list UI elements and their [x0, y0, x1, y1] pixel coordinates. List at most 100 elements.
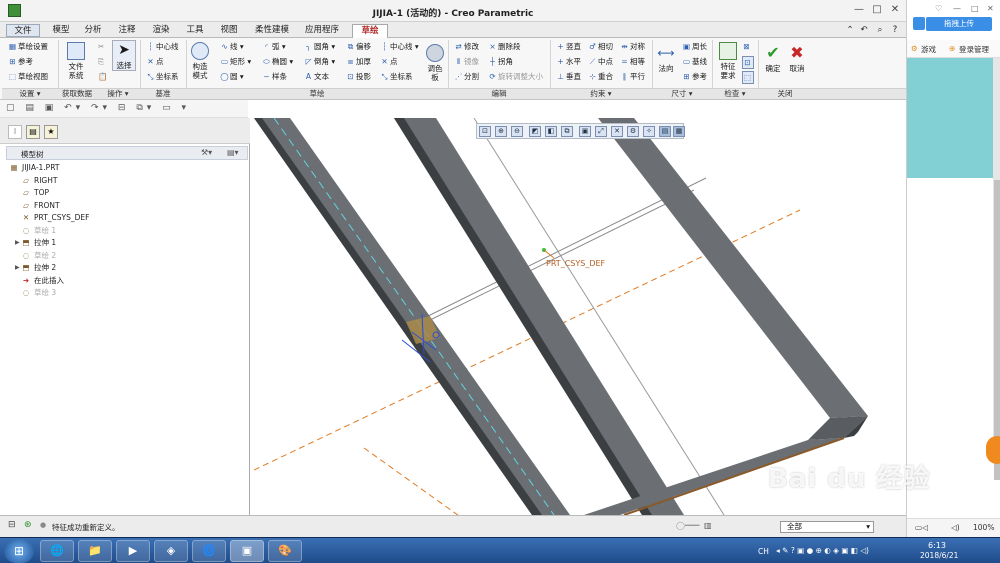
- references-button[interactable]: ⊞ 参考: [8, 56, 33, 67]
- dimension-display-icon[interactable]: ▤: [659, 126, 671, 137]
- browser-close-icon[interactable]: ✕: [987, 4, 994, 13]
- corner-button[interactable]: ┼ 拐角: [488, 56, 513, 67]
- file-system-button[interactable]: 文件 系统: [62, 42, 90, 80]
- tree-node[interactable]: ◌ 草绘 3: [20, 287, 56, 299]
- inspect-highlight-icon[interactable]: ⊡: [742, 56, 754, 69]
- rotate-resize-button[interactable]: ⟳ 旋转调整大小: [488, 71, 543, 82]
- browser-maximize-icon[interactable]: □: [971, 4, 979, 13]
- normal-dimension-button[interactable]: ⟷ 法向: [654, 44, 678, 73]
- quick-access-toolbar[interactable]: ▢ ▤ ▣ ↶▾ ↷▾ ⊟ ⧉▾ ▭ ▾: [0, 100, 248, 118]
- ime-indicator[interactable]: CH: [758, 547, 769, 556]
- tab-sketch[interactable]: 草绘: [352, 24, 388, 39]
- selection-slider-icon[interactable]: ◯━━━: [676, 521, 699, 530]
- datum-centerline-button[interactable]: ┆ 中心线: [146, 41, 178, 52]
- tab-tools[interactable]: 工具: [180, 24, 210, 37]
- zoom-out-icon[interactable]: ⊖: [511, 126, 523, 137]
- fillet-button[interactable]: ╮ 圆角 ▾: [304, 41, 335, 52]
- folder-browser-tab-icon[interactable]: ▤: [26, 125, 40, 139]
- close-window-button[interactable]: ✕: [888, 3, 902, 17]
- tree-node[interactable]: ◌ 草绘 1: [20, 225, 56, 237]
- sketch-setup-button[interactable]: ▦ 草绘设置: [8, 41, 48, 52]
- copy-icon[interactable]: ⎘: [98, 56, 104, 67]
- rectangle-button[interactable]: ▭ 矩形 ▾: [220, 56, 251, 67]
- spin-center-icon[interactable]: ✧: [643, 126, 655, 137]
- smart-select-icon[interactable]: ▥: [704, 521, 712, 530]
- circle-button[interactable]: ◯圆 ▾: [220, 71, 243, 82]
- equal-constraint-button[interactable]: = 相等: [620, 56, 645, 67]
- symmetric-constraint-button[interactable]: ⇹ 对称: [620, 41, 645, 52]
- sketch-csys-button[interactable]: ⤡ 坐标系: [380, 71, 413, 82]
- tab-view[interactable]: 视图: [214, 24, 244, 37]
- page-icon[interactable]: ▭◁: [915, 523, 928, 532]
- start-button[interactable]: ⊞: [4, 539, 34, 563]
- maximize-button[interactable]: □: [870, 3, 884, 17]
- tree-node[interactable]: ▱ RIGHT: [20, 175, 57, 187]
- modify-button[interactable]: ⇄ 修改: [454, 41, 479, 52]
- favorites-tab-icon[interactable]: ★: [44, 125, 58, 139]
- minimize-button[interactable]: —: [852, 3, 866, 17]
- tab-analysis[interactable]: 分析: [78, 24, 108, 37]
- bookmark-icon[interactable]: ♡: [935, 4, 942, 13]
- select-button[interactable]: ➤ 选择: [112, 40, 136, 71]
- datum-display-icon[interactable]: ✕: [611, 126, 623, 137]
- refit-icon[interactable]: ⊡: [479, 126, 491, 137]
- vertical-constraint-button[interactable]: + 竖直: [556, 41, 581, 52]
- group-label-constrain[interactable]: 约束 ▾: [550, 88, 652, 99]
- tray-icons[interactable]: ◂ ✎ ? ▣ ● ⊕ ◐ ◈ ▣ ◧ ◁): [776, 546, 869, 555]
- mirror-button[interactable]: ⫴ 镜像: [454, 56, 479, 67]
- group-label-inspect[interactable]: 检查 ▾: [712, 88, 758, 99]
- spline-button[interactable]: ∽ 样条: [262, 71, 287, 82]
- delete-segment-button[interactable]: ⨯ 删除段: [488, 41, 520, 52]
- constraint-display-icon[interactable]: ▦: [673, 126, 685, 137]
- taskbar-browser-icon[interactable]: 🌐: [40, 540, 74, 562]
- sketch-view-button[interactable]: ⬚ 草绘视图: [8, 71, 48, 82]
- cut-icon[interactable]: ✂: [98, 41, 104, 52]
- model-tree-tab-icon[interactable]: ⁝: [8, 125, 22, 139]
- reference-dimension-button[interactable]: ⊞ 参考: [682, 71, 707, 82]
- horizontal-constraint-button[interactable]: + 水平: [556, 56, 581, 67]
- tree-node[interactable]: ✕ PRT_CSYS_DEF: [20, 212, 90, 224]
- tree-node[interactable]: ◌ 草绘 2: [20, 250, 56, 262]
- divide-button[interactable]: ⋰ 分割: [454, 71, 479, 82]
- tab-applications[interactable]: 应用程序: [300, 24, 344, 37]
- tree-node[interactable]: ▱ TOP: [20, 187, 49, 199]
- speaker-icon[interactable]: ◁): [951, 523, 960, 532]
- floating-assistant-icon[interactable]: [986, 436, 1000, 464]
- tab-flexible-modeling[interactable]: 柔性建模: [248, 24, 296, 37]
- tree-node[interactable]: ▱ FRONT: [20, 200, 60, 212]
- datum-csys-button[interactable]: ⤡ 坐标系: [146, 71, 179, 82]
- construction-mode-button[interactable]: 构造 模式: [188, 42, 212, 80]
- chamfer-button[interactable]: ◸ 倒角 ▾: [304, 56, 336, 67]
- browser-minimize-icon[interactable]: —: [953, 4, 961, 13]
- taskbar-explorer-icon[interactable]: 📁: [78, 540, 112, 562]
- group-label-dimension[interactable]: 尺寸 ▾: [652, 88, 712, 99]
- chevron-up-icon[interactable]: ⌃: [844, 24, 856, 37]
- inspect-overlap-icon[interactable]: ⊠: [742, 41, 752, 52]
- expand-arrow-icon[interactable]: ▶: [15, 262, 20, 274]
- tree-settings-icon[interactable]: ⚒▾: [201, 148, 212, 157]
- browser-scroll-thumb[interactable]: [994, 180, 1000, 480]
- arc-button[interactable]: ◜ 弧 ▾: [262, 41, 286, 52]
- tree-columns-icon[interactable]: ▤▾: [227, 148, 239, 157]
- taskbar-media-icon[interactable]: ▶: [116, 540, 150, 562]
- baseline-button[interactable]: ▭ 基线: [682, 56, 707, 67]
- cancel-button[interactable]: ✖ 取消: [786, 44, 808, 74]
- taskbar-cloud-icon[interactable]: ◈: [154, 540, 188, 562]
- sketch-view-icon[interactable]: ⤢: [595, 126, 607, 137]
- group-label-operations[interactable]: 操作 ▾: [96, 88, 140, 99]
- taskbar-paint-icon[interactable]: 🎨: [268, 540, 302, 562]
- tab-file[interactable]: 文件: [6, 24, 40, 37]
- repaint-icon[interactable]: ◩: [529, 126, 541, 137]
- sketch-centerline-button[interactable]: ┆ 中心线 ▾: [380, 41, 418, 52]
- group-label-setup[interactable]: 设置 ▾: [2, 88, 58, 99]
- tree-node[interactable]: ➜ 在此插入: [20, 275, 64, 287]
- frame-right-rail[interactable]: [598, 118, 868, 418]
- tree-node[interactable]: ▶ ⬒ 拉伸 1: [15, 237, 56, 249]
- saved-views-icon[interactable]: ⧉: [561, 126, 573, 137]
- named-views-icon[interactable]: ▣: [579, 126, 591, 137]
- taskbar-360-icon[interactable]: 🌀: [192, 540, 226, 562]
- thicken-button[interactable]: ⧈ 加厚: [346, 56, 371, 67]
- clock-time[interactable]: 6:13: [928, 541, 946, 550]
- line-button[interactable]: ∿ 线 ▾: [220, 41, 243, 52]
- tab-render[interactable]: 渲染: [146, 24, 176, 37]
